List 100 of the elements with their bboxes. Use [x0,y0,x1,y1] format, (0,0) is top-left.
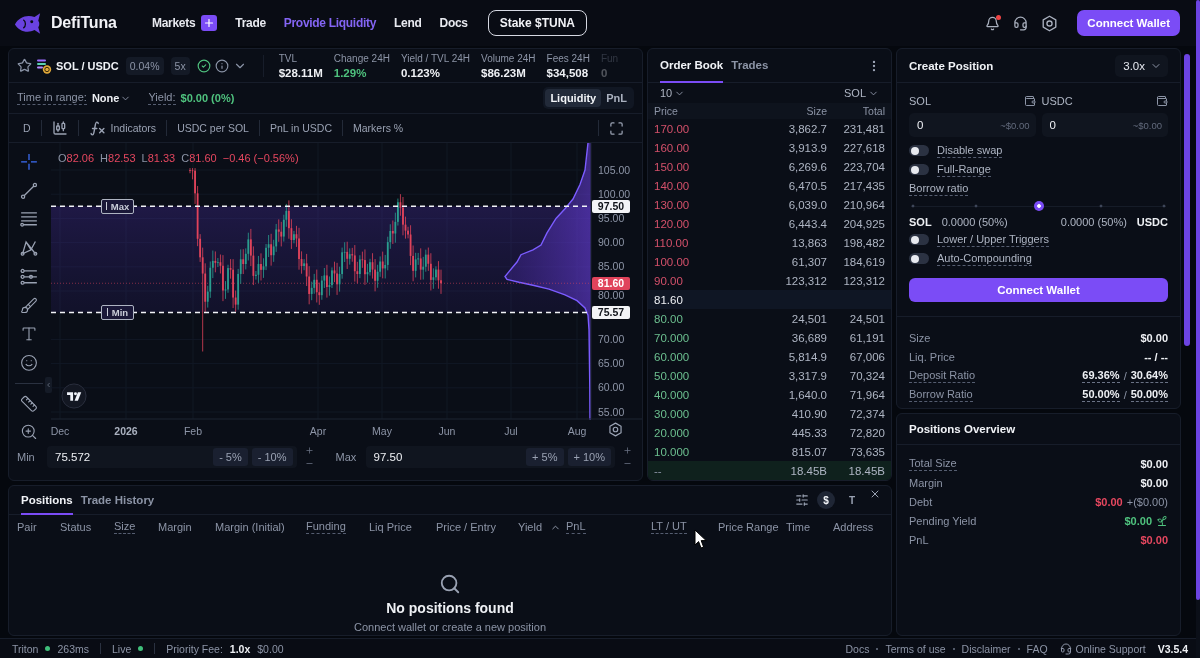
headset-icon[interactable] [1059,642,1072,655]
tab[interactable]: Trades [731,49,769,83]
stat-value: $34,508 [546,66,590,79]
stat-value: 0 [600,66,609,79]
settings-icon[interactable] [1041,14,1059,32]
step-button[interactable]: - 10% [251,448,293,466]
rpc-name: Triton [12,642,39,655]
column-header: Price [654,105,678,117]
footer-link[interactable]: FAQ [1026,642,1048,655]
total-cell: 18.45B [848,464,885,477]
connect-wallet-button[interactable]: Connect Wallet [1077,10,1180,36]
price-input-field[interactable]: 97.50 + 5% + 10% [365,446,615,468]
total-cell: 231,481 [843,122,885,135]
sliders-icon[interactable] [795,493,809,507]
interval-button[interactable]: D [13,117,41,139]
view-toggle-option[interactable]: PnL [601,89,632,107]
footer-link[interactable]: Terms of use [885,642,946,655]
nav-link[interactable]: Lend [394,16,422,30]
currency-toggle-option[interactable]: $ [817,491,835,509]
value-text: 50.00% [1130,387,1168,402]
nav-link[interactable]: Markets [152,16,196,30]
value-text: -- / -- [1144,350,1168,363]
plus-icon[interactable] [623,446,632,455]
chart-option-button[interactable]: USDC per SOL [167,117,259,139]
tab[interactable]: Order Book [660,49,724,83]
depth-dropdown[interactable]: 10 [660,87,686,99]
close-icon[interactable] [869,488,881,500]
price-cell: 120.00 [654,217,690,230]
size-cell: 18.45B [790,464,827,477]
column-header: LT / UT [651,520,687,534]
amount-input-field[interactable]: 0 ~$0.00 [1041,113,1168,137]
scrollbar-thumb[interactable] [1196,0,1200,600]
total-cell: 184,619 [843,255,885,268]
info-icon[interactable] [214,58,229,73]
toggle-switch[interactable] [909,253,929,264]
connect-wallet-button[interactable]: Connect Wallet [909,278,1168,302]
nav-link[interactable]: Provide Liquidity [283,16,377,30]
footer-link[interactable]: Docs [845,642,870,655]
toggle-switch[interactable] [909,145,929,156]
step-button[interactable]: + 5% [526,448,564,466]
fish-logo-icon[interactable] [14,12,42,34]
crosshair-icon[interactable] [20,153,38,171]
plus-icon[interactable] [304,446,314,455]
ruler-icon[interactable] [20,394,38,413]
tab[interactable]: Positions [21,486,73,515]
toggle-switch[interactable] [909,164,929,175]
scrollbar-thumb[interactable] [1184,54,1190,346]
view-toggle-option[interactable]: Liquidity [545,89,602,107]
sprout-icon[interactable] [1156,514,1168,527]
price-cell: 110.00 [654,236,689,249]
tab[interactable]: Trade History [80,486,155,515]
column-header: Size [806,105,827,117]
bell-icon[interactable] [985,15,1001,31]
chart-option-button[interactable]: Markers % [342,117,414,139]
total-cell: 73,635 [849,445,885,458]
summary-label: Liq. Price [909,350,955,363]
value-text: $0.00 [1140,331,1168,344]
stat-value: 0.123% [400,66,441,79]
currency-toggle-option[interactable]: T [843,491,861,509]
add-icon[interactable] [201,15,218,31]
unit-dropdown[interactable]: SOL [844,87,879,99]
amount-input-field[interactable]: 0 ~$0.00 [909,113,1036,137]
wallet-icon[interactable] [1156,95,1168,107]
dotted-lines-icon[interactable] [20,267,38,286]
indicators-button[interactable]: Indicators [78,117,167,139]
nav-link[interactable]: Trade [235,16,266,30]
support-link[interactable]: Online Support [1075,642,1146,655]
column-header: PnL [566,520,586,534]
column-header: Total [862,105,885,117]
leverage-dropdown[interactable]: 3.0x [1115,54,1168,77]
footer-link[interactable]: Disclaimer [961,642,1011,655]
size-cell: 3,862.7 [788,122,827,135]
chart-option-button[interactable]: PnL in USDC [259,117,342,139]
size-cell: 24,501 [791,312,827,325]
brand-name[interactable]: DefiTuna [51,14,117,32]
star-icon[interactable] [17,58,32,73]
nav-link[interactable]: Docs [439,16,468,30]
headset-icon[interactable] [1013,15,1029,31]
text-icon[interactable] [20,325,38,343]
brush-icon[interactable] [20,296,38,315]
smiley-icon[interactable] [20,353,38,372]
trend-line-icon[interactable] [20,181,38,200]
price-input-field[interactable]: 75.572 - 5% - 10% [47,446,297,468]
wallet-icon[interactable] [1023,95,1036,107]
column-header: Price Range [718,521,779,533]
step-button[interactable]: + 10% [567,448,611,466]
pattern-icon[interactable] [20,239,38,257]
summary-label: Pending Yield [909,514,977,527]
leverage-tag: 5x [170,56,190,75]
toggle-switch[interactable] [909,234,929,245]
value-text: $0.00 [1095,495,1123,508]
zoom-in-icon[interactable] [20,423,38,442]
column-header: Size [114,520,136,534]
stake-button[interactable]: Stake $TUNA [487,10,588,36]
horizontal-lines-icon[interactable] [20,210,38,229]
value-text: $0.00 [1140,476,1168,489]
step-button[interactable]: - 5% [213,448,248,466]
price-cell: -- [654,464,662,477]
slider-thumb[interactable] [1033,201,1044,211]
time-in-range-dropdown[interactable]: None [91,92,132,104]
